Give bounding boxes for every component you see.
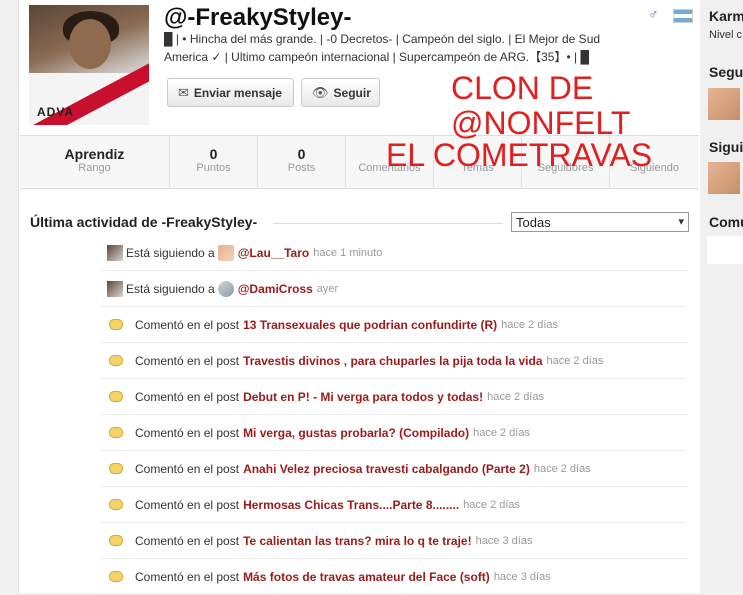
overlay-text-line-1: CLON DE (451, 70, 594, 106)
activity-target-link[interactable]: 13 Transexuales que podrian confundirte … (243, 318, 497, 332)
profile-bio: █ | • Hincha del más grande. | -0 Decret… (164, 32, 601, 64)
avatar-head (69, 19, 111, 69)
stat-value: 0 (297, 146, 306, 162)
eye-icon: 👁 (312, 84, 329, 100)
activity-prefix: Comentó en el post (135, 353, 240, 368)
activity-prefix: Comentó en el post (135, 533, 240, 548)
user-avatar-icon (107, 244, 123, 261)
comment-bubble-icon (109, 427, 123, 438)
activity-time: hace 3 días (493, 570, 551, 583)
activity-target-link[interactable]: Te calientan las trans? mira lo q te tra… (243, 534, 472, 548)
comment-bubble-icon (109, 463, 123, 474)
activity-time: hace 2 días (546, 354, 604, 367)
activity-target-link[interactable]: Anahi Velez preciosa travesti cabalgando… (243, 462, 530, 476)
activity-target-link[interactable]: Hermosas Chicas Trans....Parte 8........ (243, 498, 459, 512)
activity-row: Comentó en el post Hermosas Chicas Trans… (100, 487, 686, 523)
activity-prefix: Comentó en el post (135, 461, 240, 476)
target-avatar-icon[interactable] (217, 280, 234, 297)
activity-target-link[interactable]: Más fotos de travas amateur del Face (so… (243, 570, 490, 584)
send-message-button[interactable]: ✉ Enviar mensaje (167, 78, 294, 107)
activity-prefix: Está siguiendo a (126, 245, 215, 260)
karma-title: Karm (709, 8, 743, 24)
comment-bubble-icon (109, 571, 123, 582)
user-avatar-icon (107, 280, 123, 297)
target-avatar-icon[interactable] (217, 244, 234, 261)
profile-avatar[interactable]: ADVA (29, 5, 149, 125)
activity-prefix: Comentó en el post (135, 425, 240, 440)
activity-row: Comentó en el post 13 Transexuales que p… (100, 307, 686, 343)
chevron-down-icon: ▾ (678, 216, 684, 228)
activity-row: Comentó en el post Te calientan las tran… (100, 523, 686, 559)
activity-row: Comentó en el post Anahi Velez preciosa … (100, 451, 686, 487)
activity-prefix: Comentó en el post (135, 317, 240, 332)
activity-time: hace 2 días (487, 390, 544, 403)
activity-divider (273, 223, 503, 224)
follow-label: Seguir (333, 85, 371, 100)
activity-row: Está siguiendo a @DamiCross ayer (100, 271, 686, 307)
stat-posts: 0 Posts (258, 136, 346, 188)
activity-row: Está siguiendo a @Lau__Taro hace 1 minut… (100, 235, 686, 271)
activity-filter-value: Todas (516, 214, 551, 230)
activity-row: Comentó en el post Debut en P! - Mi verg… (100, 379, 686, 415)
stat-label: Rango (78, 162, 111, 174)
activity-prefix: Está siguiendo a (126, 281, 215, 296)
activity-target-link[interactable]: @Lau__Taro (238, 246, 310, 260)
communities-title: Comu (709, 214, 743, 230)
activity-list: Está siguiendo a @Lau__Taro hace 1 minut… (100, 235, 686, 595)
overlay-text-line-2: @NONFELT (451, 105, 631, 141)
stat-value: Aprendiz (64, 146, 125, 162)
follow-button[interactable]: 👁 Seguir (301, 78, 380, 107)
follower-avatar[interactable] (708, 88, 740, 120)
activity-target-link[interactable]: Mi verga, gustas probarla? (Compilado) (243, 426, 469, 440)
overlay-text-line-3: EL COMETRAVAS (386, 137, 653, 173)
comment-bubble-icon (109, 391, 123, 402)
activity-row: Comentó en el post Más fotos de travas a… (100, 559, 686, 595)
following-thumbs (708, 162, 740, 194)
following-title: Sigui (709, 139, 743, 155)
activity-prefix: Comentó en el post (135, 497, 240, 512)
activity-time: hace 1 minuto (313, 246, 383, 259)
followers-title: Segu (709, 64, 743, 80)
activity-target-link[interactable]: Travestis divinos , para chuparles la pi… (243, 354, 542, 368)
activity-row: Comentó en el post Mi verga, gustas prob… (100, 415, 686, 451)
activity-time: hace 2 días (533, 462, 591, 475)
activity-time: hace 2 días (501, 318, 558, 331)
stat-label: Posts (287, 162, 316, 174)
envelope-icon: ✉ (178, 84, 189, 100)
activity-title: Última actividad de -FreakyStyley- (30, 214, 258, 230)
profile-username: @-FreakyStyley- (164, 4, 352, 31)
followers-thumbs (708, 88, 740, 120)
activity-filter-select[interactable]: Todas ▾ (511, 212, 689, 232)
avatar-shirt-text: ADVA (37, 105, 75, 119)
communities-box (707, 236, 743, 264)
activity-time: hace 3 días (475, 534, 533, 547)
comment-bubble-icon (109, 499, 123, 510)
activity-target-link[interactable]: @DamiCross (238, 282, 313, 296)
following-avatar[interactable] (708, 162, 740, 194)
comment-bubble-icon (109, 535, 123, 546)
comment-bubble-icon (109, 355, 123, 366)
activity-target-link[interactable]: Debut en P! - Mi verga para todos y toda… (243, 390, 483, 404)
argentina-flag-icon (673, 9, 693, 23)
activity-time: hace 2 días (463, 498, 521, 511)
right-sidebar: Karm Nivel c Segu Sigui Comu (700, 0, 743, 593)
stat-puntos: 0 Puntos (170, 136, 258, 188)
send-message-label: Enviar mensaje (193, 85, 282, 100)
activity-prefix: Comentó en el post (135, 569, 240, 584)
activity-time: hace 2 días (473, 426, 530, 439)
karma-level: Nivel c (709, 29, 743, 41)
activity-row: Comentó en el post Travestis divinos , p… (100, 343, 686, 379)
activity-prefix: Comentó en el post (135, 389, 240, 404)
stat-value: 0 (209, 146, 218, 162)
stat-rango: Aprendiz Rango (20, 136, 170, 188)
stat-label: Puntos (196, 162, 231, 174)
gender-male-icon: ♂ (648, 6, 659, 22)
comment-bubble-icon (109, 319, 123, 330)
activity-time: ayer (316, 282, 339, 295)
